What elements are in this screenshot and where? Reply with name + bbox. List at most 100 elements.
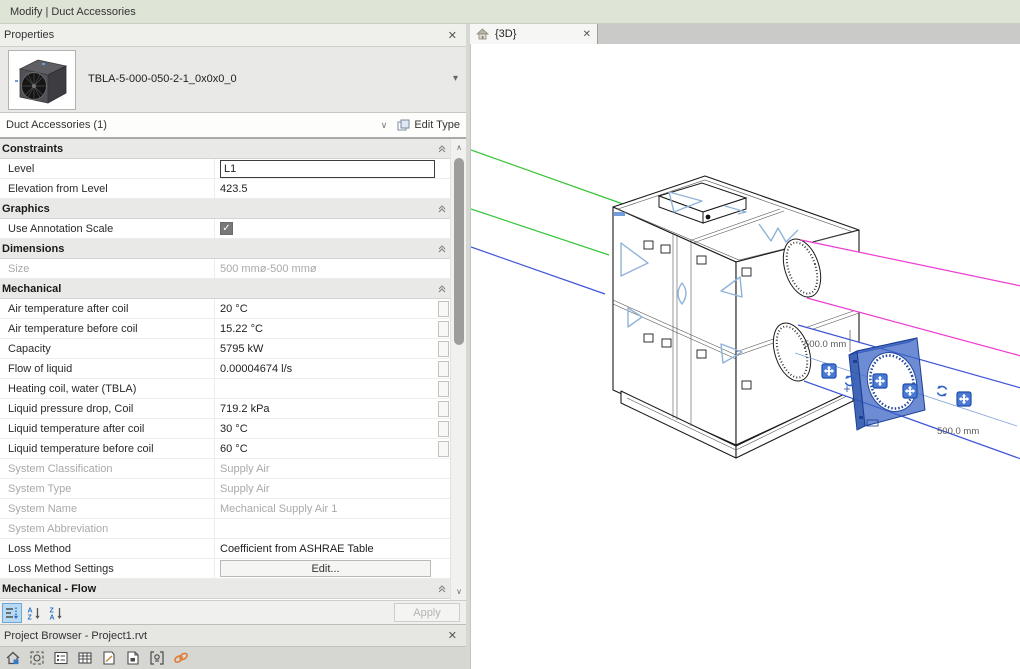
property-value[interactable]: 15.22 °C <box>215 319 437 338</box>
property-row-level: Level L1 <box>0 159 466 179</box>
property-value[interactable]: 0.00004674 l/s <box>215 359 437 378</box>
property-value[interactable]: 423.5 <box>215 179 437 198</box>
property-value: Supply Air <box>215 479 437 498</box>
collapse-pin-icon[interactable] <box>438 205 446 213</box>
scroll-down-icon[interactable]: ∨ <box>451 587 466 596</box>
properties-scrollbar[interactable]: ∧ ∨ <box>450 139 466 600</box>
move-gizmo[interactable] <box>903 384 917 398</box>
green-duct-lines[interactable] <box>471 150 623 255</box>
group-header-dimensions[interactable]: Dimensions <box>0 239 466 259</box>
view-tab-3d[interactable]: {3D} ✕ <box>470 24 598 44</box>
chevron-down-icon[interactable]: ▾ <box>453 73 458 84</box>
property-row-elevation: Elevation from Level 423.5 <box>0 179 466 199</box>
scroll-up-icon[interactable]: ∧ <box>451 143 466 152</box>
svg-text:Z: Z <box>28 614 33 620</box>
associate-parameter-button[interactable] <box>438 361 449 377</box>
air-handling-unit[interactable] <box>613 176 859 458</box>
view-tab-close-icon[interactable]: ✕ <box>583 29 591 40</box>
edit-settings-button[interactable]: Edit... <box>220 560 431 577</box>
selection-button[interactable] <box>28 649 46 667</box>
property-label: Flow of liquid <box>0 359 215 378</box>
group-header-constraints[interactable]: Constraints <box>0 139 466 159</box>
group-header-mechanical[interactable]: Mechanical <box>0 279 466 299</box>
apply-button[interactable]: Apply <box>394 603 460 622</box>
link-icon <box>172 650 190 666</box>
type-selector[interactable]: TBLA-5-000-050-2-1_0x0x0_0 ▾ <box>0 47 466 113</box>
property-value[interactable]: 719.2 kPa <box>215 399 437 418</box>
collapse-pin-icon[interactable] <box>438 285 446 293</box>
close-icon[interactable]: ✕ <box>445 629 460 642</box>
revit-links-button[interactable] <box>172 649 190 667</box>
modify-bar-label: Modify | Duct Accessories <box>10 6 136 18</box>
property-value[interactable]: Coefficient from ASHRAE Table <box>215 539 437 558</box>
properties-filter-bar: Duct Accessories (1) ∨ Edit Type <box>0 113 466 139</box>
associate-parameter-button[interactable] <box>438 301 449 317</box>
collapse-pin-icon[interactable] <box>438 585 446 593</box>
associate-parameter-button[interactable] <box>438 341 449 357</box>
sort-ascending-button[interactable]: A Z <box>24 603 44 623</box>
level-input[interactable]: L1 <box>220 160 435 178</box>
property-value[interactable]: 20 °C <box>215 299 437 318</box>
model-canvas[interactable]: 500.0 mm 500.0 mm <box>470 44 1020 669</box>
unit-logo <box>614 212 625 216</box>
legends-icon <box>53 650 69 666</box>
property-label: Loss Method Settings <box>0 559 215 578</box>
property-row-annotation-scale: Use Annotation Scale ✓ <box>0 219 466 239</box>
property-value[interactable] <box>215 379 437 398</box>
project-browser-header[interactable]: Project Browser - Project1.rvt ✕ <box>0 624 466 646</box>
schedules-button[interactable] <box>76 649 94 667</box>
associate-parameter-button[interactable] <box>438 421 449 437</box>
category-filter[interactable]: Duct Accessories (1) <box>6 119 381 131</box>
group-name: Mechanical <box>2 283 438 295</box>
property-label: Elevation from Level <box>0 179 215 198</box>
revit-window: Modify | Duct Accessories Properties ✕ <box>0 0 1020 669</box>
associate-parameter-button[interactable] <box>438 381 449 397</box>
sheets-icon <box>101 650 117 666</box>
collapse-pin-icon[interactable] <box>438 145 446 153</box>
associate-parameter-button[interactable] <box>438 321 449 337</box>
families-button[interactable] <box>124 649 142 667</box>
property-value[interactable]: 60 °C <box>215 439 437 458</box>
sort-by-group-button[interactable] <box>2 603 22 623</box>
group-header-mechanical-flow[interactable]: Mechanical - Flow <box>0 579 466 599</box>
sort-descending-button[interactable]: Z A <box>46 603 66 623</box>
property-label: Liquid pressure drop, Coil <box>0 399 215 418</box>
collapse-pin-icon[interactable] <box>438 245 446 253</box>
property-value[interactable]: 5795 kW <box>215 339 437 358</box>
view-tab-label: {3D} <box>495 28 516 40</box>
move-gizmo[interactable] <box>957 392 971 406</box>
filter-chevron-down-icon[interactable]: ∨ <box>381 120 388 131</box>
views-button[interactable] <box>4 649 22 667</box>
sheets-button[interactable] <box>100 649 118 667</box>
property-row: System Name Mechanical Supply Air 1 <box>0 499 466 519</box>
scrollbar-thumb[interactable] <box>454 158 464 345</box>
project-browser-toolbar <box>0 646 466 669</box>
associate-parameter-button[interactable] <box>438 401 449 417</box>
property-label: Heating coil, water (TBLA) <box>0 379 215 398</box>
property-label: Size <box>0 259 215 278</box>
property-label: System Abbreviation <box>0 519 215 538</box>
legends-button[interactable] <box>52 649 70 667</box>
group-name: Mechanical - Flow <box>2 583 438 595</box>
edit-type-button[interactable]: Edit Type <box>397 119 460 131</box>
properties-panel-header[interactable]: Properties ✕ <box>0 24 466 47</box>
annotation-scale-checkbox[interactable]: ✓ <box>220 222 233 235</box>
property-value[interactable]: 30 °C <box>215 419 437 438</box>
group-header-graphics[interactable]: Graphics <box>0 199 466 219</box>
type-selector-value: TBLA-5-000-050-2-1_0x0x0_0 <box>88 73 237 85</box>
selection-icon <box>29 650 45 666</box>
associate-parameter-button[interactable] <box>438 441 449 457</box>
property-row: Air temperature before coil 15.22 °C <box>0 319 466 339</box>
blue-pipe-line-left[interactable] <box>471 247 605 294</box>
move-gizmo[interactable] <box>873 374 887 388</box>
sort-za-icon: Z A <box>49 606 63 620</box>
properties-panel: Properties ✕ <box>0 24 466 669</box>
property-value: Mechanical Supply Air 1 <box>215 499 437 518</box>
property-label: System Type <box>0 479 215 498</box>
close-icon[interactable]: ✕ <box>445 29 460 42</box>
property-row: System Classification Supply Air <box>0 459 466 479</box>
move-gizmo[interactable] <box>822 364 836 378</box>
property-label: System Classification <box>0 459 215 478</box>
property-row-size: Size 500 mmø-500 mmø <box>0 259 466 279</box>
groups-button[interactable] <box>148 649 166 667</box>
